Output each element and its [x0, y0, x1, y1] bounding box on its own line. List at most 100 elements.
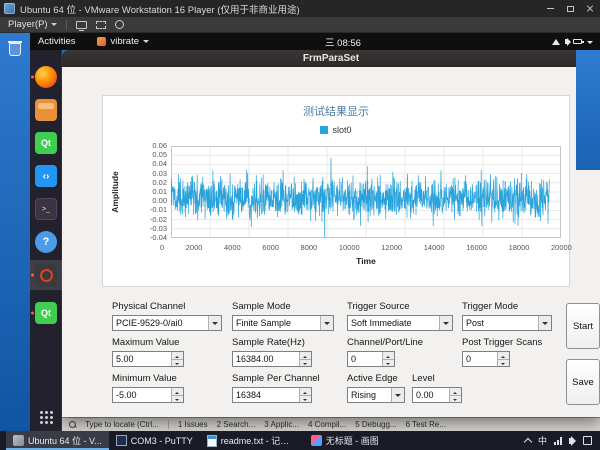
dock-item-vscode[interactable]: ‹›	[30, 161, 62, 191]
pane-button-application-output[interactable]: 3 Applic...	[264, 420, 299, 429]
minimum-value-input[interactable]: -5.00	[112, 387, 184, 403]
vscode-icon: ‹›	[35, 165, 57, 187]
post-trigger-scans-input[interactable]: 0	[462, 351, 510, 367]
dropdown-arrow-icon[interactable]	[439, 316, 452, 330]
tick-label: 16000	[466, 243, 487, 252]
tray-expand-icon[interactable]	[524, 438, 532, 446]
recycle-bin-icon[interactable]	[9, 43, 21, 56]
tick-label: 8000	[301, 243, 318, 252]
spinner-arrows-icon[interactable]	[171, 352, 183, 366]
active-edge-select[interactable]: Rising	[347, 387, 405, 403]
qtcreator-bottom-bar: Type to locate (Ctrl... 1 Issues 2 Searc…	[62, 417, 600, 431]
spinner-arrows-icon[interactable]	[299, 388, 311, 402]
dropdown-arrow-icon[interactable]	[208, 316, 221, 330]
screen: Ubuntu 64 位 - VMware Workstation 16 Play…	[0, 0, 600, 450]
network-icon[interactable]	[554, 437, 562, 445]
save-button[interactable]: Save	[566, 359, 600, 405]
dropdown-arrow-icon[interactable]	[391, 388, 404, 402]
sample-rate-input[interactable]: 16384.00	[232, 351, 312, 367]
sample-per-channel-input[interactable]: 16384	[232, 387, 312, 403]
tick-label: -0.04	[150, 234, 167, 242]
tick-label: 0.00	[152, 197, 167, 205]
minimum-value-group: Minimum Value -5.00	[112, 373, 184, 403]
taskbar-item-paint[interactable]: 无标题 - 画图	[304, 431, 386, 450]
sample-mode-group: Sample Mode Finite Sample	[232, 301, 334, 331]
desktop-wallpaper-patch	[576, 50, 600, 170]
activities-button[interactable]: Activities	[38, 36, 75, 47]
vm-settings-icon[interactable]	[115, 20, 124, 29]
trigger-source-select[interactable]: Soft Immediate	[347, 315, 453, 331]
sample-mode-select[interactable]: Finite Sample	[232, 315, 334, 331]
sample-mode-value: Finite Sample	[233, 316, 320, 330]
pane-button-issues[interactable]: 1 Issues	[178, 420, 208, 429]
spinner-arrows-icon[interactable]	[171, 388, 183, 402]
spinner-arrows-icon[interactable]	[299, 352, 311, 366]
app-menu[interactable]: vibrate	[97, 36, 149, 47]
dock-item-show-applications[interactable]	[30, 402, 62, 432]
tick-label: 6000	[262, 243, 279, 252]
spinner-arrows-icon[interactable]	[449, 388, 461, 402]
trigger-mode-select[interactable]: Post	[462, 315, 552, 331]
taskbar-item-putty[interactable]: COM3 - PuTTY	[109, 431, 200, 450]
ubuntu-screen: Activities vibrate 三 08:56	[30, 33, 600, 431]
maximize-icon[interactable]	[560, 0, 580, 17]
post-trigger-scans-text: 0	[463, 352, 497, 366]
ime-indicator[interactable]: 中	[538, 434, 547, 447]
clock[interactable]: 三 08:56	[325, 35, 361, 49]
sample-rate-text: 16384.00	[233, 352, 299, 366]
spinner-arrows-icon[interactable]	[497, 352, 509, 366]
spinner-arrows-icon[interactable]	[382, 352, 394, 366]
dock-item-qt-creator[interactable]: Qt	[30, 128, 62, 158]
close-icon[interactable]	[580, 0, 600, 17]
sample-per-channel-text: 16384	[233, 388, 299, 402]
dock: Qt ‹› >_ ? Qt	[30, 50, 62, 431]
window-titlebar[interactable]: FrmParaSet	[62, 50, 600, 67]
tick-label: 0.05	[152, 151, 167, 159]
action-center-icon[interactable]	[583, 436, 592, 445]
dock-item-files[interactable]	[30, 95, 62, 125]
tick-label: 0	[160, 243, 164, 252]
pane-button-compile-output[interactable]: 4 Compil...	[308, 420, 346, 429]
physical-channel-value: PCIE-9529-0/ai0	[113, 316, 208, 330]
waveform-plot	[171, 146, 561, 238]
maximum-value-group: Maximum Value 5.00	[112, 337, 184, 367]
taskbar-item-label: COM3 - PuTTY	[131, 436, 193, 446]
system-status-area[interactable]	[552, 37, 593, 47]
level-input[interactable]: 0.00	[412, 387, 462, 403]
channel-port-line-label: Channel/Port/Line	[347, 337, 395, 348]
dock-item-help[interactable]: ?	[30, 227, 62, 257]
trigger-source-value: Soft Immediate	[348, 316, 439, 330]
dropdown-arrow-icon[interactable]	[538, 316, 551, 330]
tick-label: 2000	[186, 243, 203, 252]
player-menu[interactable]: Player(P)	[8, 19, 57, 30]
dock-item-firefox[interactable]	[30, 62, 62, 92]
trigger-source-label: Trigger Source	[347, 301, 453, 312]
taskbar-item-notepad[interactable]: readme.txt - 记事本	[200, 431, 304, 450]
taskbar-item-vmware[interactable]: Ubuntu 64 位 - V...	[6, 431, 109, 450]
pane-button-search[interactable]: 2 Search...	[217, 420, 256, 429]
network-icon	[552, 39, 560, 45]
taskbar-items: Ubuntu 64 位 - V... COM3 - PuTTY readme.t…	[6, 431, 386, 450]
vmware-titlebar: Ubuntu 64 位 - VMware Workstation 16 Play…	[0, 0, 600, 17]
pane-button-debugger[interactable]: 5 Debugg...	[355, 420, 396, 429]
level-text: 0.00	[413, 388, 449, 402]
separator	[168, 420, 169, 429]
dock-item-screen-recorder[interactable]	[30, 260, 62, 290]
vm-display-icon[interactable]	[76, 21, 87, 29]
minimize-icon[interactable]	[540, 0, 560, 17]
channel-port-line-input[interactable]: 0	[347, 351, 395, 367]
volume-icon[interactable]	[569, 438, 572, 444]
tick-label: 14000	[424, 243, 445, 252]
x-axis-tick-labels: 0200040006000800010000120001400016000180…	[160, 243, 572, 252]
dropdown-arrow-icon[interactable]	[320, 316, 333, 330]
dock-item-terminal[interactable]: >_	[30, 194, 62, 224]
dock-item-qt-app[interactable]: Qt	[30, 298, 62, 328]
app-menu-label: vibrate	[110, 36, 139, 47]
start-button[interactable]: Start	[566, 303, 600, 349]
vm-fullscreen-icon[interactable]	[96, 21, 106, 29]
physical-channel-select[interactable]: PCIE-9529-0/ai0	[112, 315, 222, 331]
pane-button-test-results[interactable]: 6 Test Re...	[406, 420, 446, 429]
physical-channel-label: Physical Channel	[112, 301, 222, 312]
maximum-value-input[interactable]: 5.00	[112, 351, 184, 367]
locator-field[interactable]: Type to locate (Ctrl...	[85, 420, 159, 429]
